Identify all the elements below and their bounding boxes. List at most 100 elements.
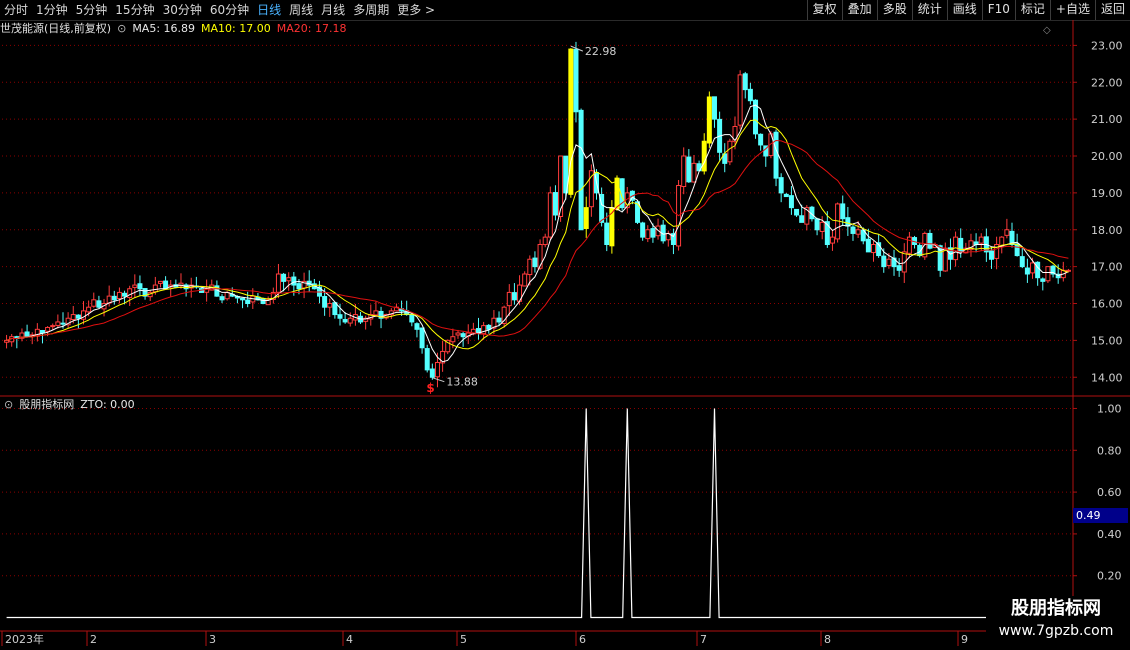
watermark: 股朋指标网 www.7gpzb.com xyxy=(986,596,1126,646)
main-tick-label-0: 23.00 xyxy=(1091,39,1123,52)
candle-body-26 xyxy=(137,283,143,290)
zto-line xyxy=(6,408,1069,619)
chart-canvas: 23.0022.0021.0020.0019.0018.0017.0016.00… xyxy=(0,20,1130,646)
candle-body-98 xyxy=(506,291,512,307)
candle-body-9 xyxy=(50,325,56,328)
candle-body-10 xyxy=(55,321,61,326)
candle-body-88 xyxy=(455,332,461,336)
main-tick-label-6: 17.00 xyxy=(1091,261,1123,274)
candle-body-62 xyxy=(322,296,328,308)
main-tick-label-3: 20.00 xyxy=(1091,150,1123,163)
candle-body-145 xyxy=(747,88,753,102)
candle-body-30 xyxy=(157,280,163,284)
x-tick-label-3: 4 xyxy=(346,633,353,646)
candle-body-104 xyxy=(537,244,543,269)
candle-body-53 xyxy=(275,273,281,293)
candle-body-192 xyxy=(988,250,994,260)
candle-body-183 xyxy=(942,247,948,272)
main-tick-label-1: 22.00 xyxy=(1091,76,1123,89)
candle-body-174 xyxy=(896,265,902,271)
x-tick-label-6: 7 xyxy=(700,633,707,646)
candle-body-155 xyxy=(799,215,805,223)
candle-body-99 xyxy=(511,292,517,301)
candle-body-89 xyxy=(460,333,466,338)
candle-body-106 xyxy=(547,192,553,238)
indicator-plot xyxy=(6,408,1069,619)
candle-body-161 xyxy=(829,236,835,244)
candle-body-16 xyxy=(86,306,92,313)
candle-body-8 xyxy=(45,326,51,332)
candle-body-141 xyxy=(727,140,733,163)
candle-body-124 xyxy=(640,222,646,238)
candle-body-13 xyxy=(70,314,76,321)
watermark-line2: www.7gpzb.com xyxy=(998,623,1114,639)
candle-body-102 xyxy=(527,258,533,276)
candle-body-84 xyxy=(434,362,440,378)
candle-body-111 xyxy=(573,48,579,113)
candle-body-164 xyxy=(845,217,851,227)
candle-body-158 xyxy=(814,218,820,231)
candle-body-169 xyxy=(871,244,877,254)
ma20-line xyxy=(6,139,1069,341)
main-tick-label-9: 14.00 xyxy=(1091,371,1123,384)
candle-body-42 xyxy=(219,296,225,301)
candle-body-67 xyxy=(347,317,353,324)
candle-body-63 xyxy=(327,303,333,308)
candle-body-43 xyxy=(224,291,230,300)
candle-body-81 xyxy=(419,327,425,349)
axes xyxy=(0,20,1130,646)
candle-body-29 xyxy=(152,284,158,293)
candle-body-56 xyxy=(291,276,297,286)
candle-body-168 xyxy=(865,238,871,253)
candle-body-134 xyxy=(691,162,697,183)
candle-body-171 xyxy=(881,255,887,268)
main-tick-label-2: 21.00 xyxy=(1091,113,1123,126)
signal-marker: $ xyxy=(426,381,434,395)
candle-body-166 xyxy=(855,229,861,235)
candle-body-138 xyxy=(711,96,717,120)
candle-body-172 xyxy=(886,258,892,266)
candle-body-203 xyxy=(1045,266,1051,282)
main-tick-label-4: 19.00 xyxy=(1091,187,1123,200)
candle-body-113 xyxy=(583,207,589,229)
candle-body-201 xyxy=(1035,261,1041,279)
settings-diamond-icon: ◇ xyxy=(1043,25,1051,36)
candle-body-151 xyxy=(778,177,784,194)
candle-body-117 xyxy=(604,222,610,245)
candle-body-64 xyxy=(332,302,338,316)
candle-body-21 xyxy=(111,295,117,301)
candle-body-14 xyxy=(75,314,81,319)
candle-body-79 xyxy=(409,314,415,323)
candle-body-202 xyxy=(1040,278,1046,282)
candle-body-11 xyxy=(60,322,66,325)
x-tick-label-1: 2 xyxy=(90,633,97,646)
candle-body-165 xyxy=(850,226,856,234)
candle-body-112 xyxy=(578,109,584,231)
candle-body-82 xyxy=(424,348,430,371)
candle-body-123 xyxy=(635,201,641,223)
candle-body-200 xyxy=(1030,262,1036,274)
candle-body-57 xyxy=(296,283,302,290)
candle-body-207 xyxy=(1065,269,1071,272)
candle-body-125 xyxy=(645,229,651,240)
candle-body-46 xyxy=(240,297,246,301)
candle-body-153 xyxy=(788,195,794,209)
candle-body-22 xyxy=(116,291,122,300)
candle-body-198 xyxy=(1019,256,1025,268)
main-tick-label-7: 16.00 xyxy=(1091,298,1123,311)
candle-body-152 xyxy=(783,193,789,198)
candle-body-143 xyxy=(737,74,743,126)
candle-body-17 xyxy=(91,299,97,307)
candle-body-144 xyxy=(742,73,748,91)
candle-body-133 xyxy=(686,156,692,183)
candle-body-83 xyxy=(429,368,435,378)
candle-body-132 xyxy=(681,155,687,188)
candle-body-150 xyxy=(773,131,779,179)
candle-body-80 xyxy=(414,323,420,330)
axis-labels: 23.0022.0021.0020.0019.0018.0017.0016.00… xyxy=(5,25,1123,646)
candle-body-154 xyxy=(794,208,800,216)
x-tick-label-5: 6 xyxy=(579,633,586,646)
watermark-line1: 股朋指标网 xyxy=(1011,598,1101,619)
candle-body-180 xyxy=(927,232,933,249)
candle-body-54 xyxy=(281,273,287,282)
